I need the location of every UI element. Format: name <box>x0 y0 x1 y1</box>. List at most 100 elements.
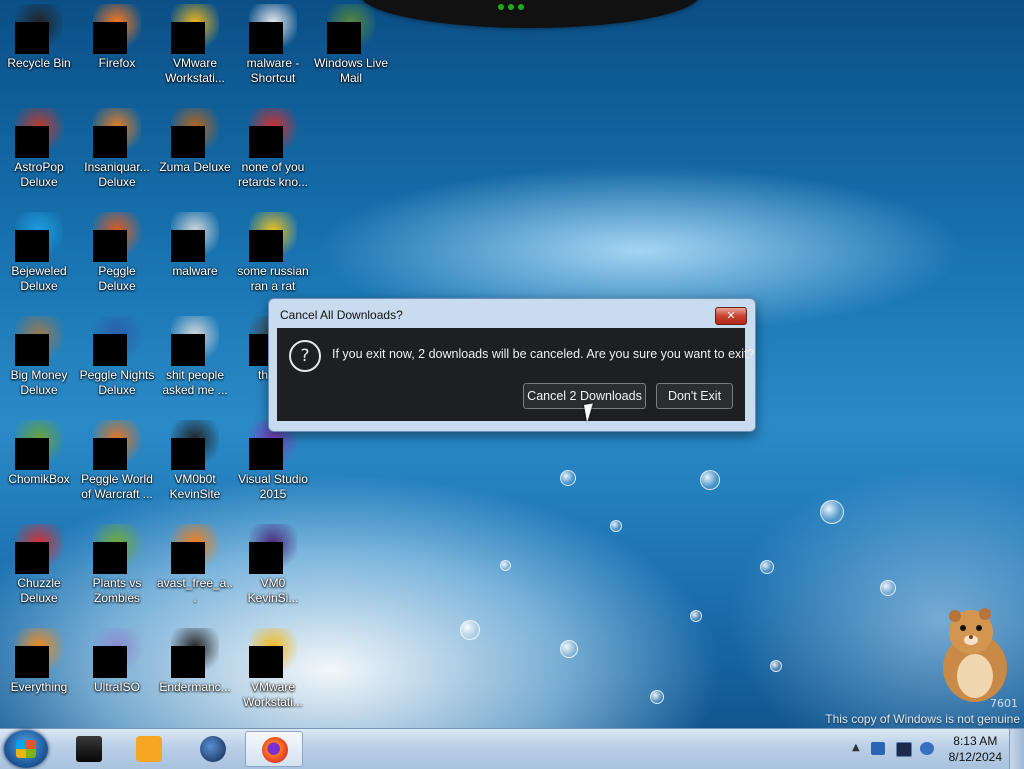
desktop-icon[interactable]: Peggle Nights Deluxe <box>78 316 156 398</box>
desktop-icon[interactable]: malware <box>156 212 234 279</box>
desktop-icon[interactable]: Bejeweled Deluxe <box>0 212 78 294</box>
peggle-icon <box>93 212 141 262</box>
desktop-icon-label: AstroPop Deluxe <box>14 160 64 189</box>
desktop-icon[interactable]: Insaniquar... Deluxe <box>78 108 156 190</box>
clock-date: 8/12/2024 <box>948 750 1002 764</box>
desktop-icon-label: VMware Workstati... <box>243 680 303 709</box>
desktop-icon-label: VM0 KevinSi... <box>247 576 299 605</box>
desktop-icon[interactable]: Windows Live Mail <box>312 4 390 86</box>
desktop-icon[interactable]: VM0 KevinSi... <box>234 524 312 606</box>
desktop-icon-label: Firefox <box>98 56 136 70</box>
clock[interactable]: 8:13 AM 8/12/2024 <box>949 733 1002 765</box>
desktop-icon[interactable]: ChomikBox <box>0 420 78 487</box>
desktop-icon-label: Insaniquar... Deluxe <box>84 160 150 189</box>
everything-icon <box>15 628 63 678</box>
desktop-icon[interactable]: malware - Shortcut <box>234 4 312 86</box>
peggle-wow-icon <box>93 420 141 470</box>
start-button[interactable] <box>4 730 48 768</box>
windows-logo-icon <box>16 740 36 758</box>
desktop-icon-label: Peggle Nights Deluxe <box>79 368 155 397</box>
desktop-icon-label: Endermanc... <box>159 680 231 694</box>
clock-time: 8:13 AM <box>953 734 998 748</box>
cancel-downloads-dialog: Cancel All Downloads? ✕ ? If you exit no… <box>268 298 756 432</box>
desktop-icon[interactable]: Peggle Deluxe <box>78 212 156 294</box>
desktop-icon[interactable]: Visual Studio 2015 <box>234 420 312 502</box>
tray-volume-icon[interactable] <box>920 742 934 755</box>
desktop-icon-label: UltraISO <box>93 680 140 694</box>
desktop-icon[interactable]: Chuzzle Deluxe <box>0 524 78 606</box>
media-player-icon <box>136 736 162 762</box>
show-desktop-button[interactable] <box>1009 729 1024 769</box>
sidebar-gadget <box>360 0 700 28</box>
ultraiso-icon <box>93 628 141 678</box>
monitor-icon <box>171 420 219 470</box>
black-box-app-icon <box>76 736 102 762</box>
firefox-icon <box>93 4 141 54</box>
desktop-icon-label: ChomikBox <box>8 472 70 486</box>
taskbar-app-globe[interactable] <box>184 731 242 767</box>
desktop-icon-label: Peggle World of Warcraft ... <box>81 472 153 501</box>
red-disc-icon <box>249 108 297 158</box>
desktop-icon[interactable]: Big Money Deluxe <box>0 316 78 398</box>
desktop-icon[interactable]: Peggle World of Warcraft ... <box>78 420 156 502</box>
desktop-icon-label: Plants vs Zombies <box>92 576 142 605</box>
desktop-icon[interactable]: shit people asked me ... <box>156 316 234 398</box>
desktop-icon[interactable]: Recycle Bin <box>0 4 78 71</box>
taskbar-app-media-player[interactable] <box>120 731 178 767</box>
desktop-icon-label: Recycle Bin <box>7 56 71 70</box>
desktop-icon[interactable]: avast_free_a... <box>156 524 234 606</box>
desktop-icon-label: avast_free_a... <box>156 576 234 605</box>
chomikbox-icon <box>15 420 63 470</box>
pvz-icon <box>93 524 141 574</box>
desktop-icon[interactable]: Endermanc... <box>156 628 234 695</box>
desktop-icon-label: Everything <box>10 680 68 694</box>
desktop-icon[interactable]: VM0b0t KevinSite <box>156 420 234 502</box>
folder-shortcut-icon <box>249 4 297 54</box>
desktop-icon[interactable]: Zuma Deluxe <box>156 108 234 175</box>
dont-exit-button[interactable]: Don't Exit <box>656 383 733 409</box>
folder-icon <box>171 212 219 262</box>
desktop-icon-label: Visual Studio 2015 <box>238 472 308 501</box>
show-hidden-icons-icon[interactable]: ▲ <box>852 742 860 753</box>
dialog-close-button[interactable]: ✕ <box>715 307 747 325</box>
desktop-icon[interactable]: VMware Workstati... <box>234 628 312 710</box>
desktop-icon[interactable]: none of you retards kno... <box>234 108 312 190</box>
windows-live-mail-icon <box>327 4 375 54</box>
desktop-icon-label: Bejeweled Deluxe <box>11 264 67 293</box>
desktop-icon[interactable]: Everything <box>0 628 78 695</box>
desktop-icon-label: VMware Workstati... <box>165 56 225 85</box>
hamster-icon <box>943 608 1007 702</box>
desktop-icon-label: malware <box>172 264 218 278</box>
terminal-icon <box>171 628 219 678</box>
bejeweled-icon <box>15 212 63 262</box>
vmware-icon <box>171 4 219 54</box>
taskbar-app-firefox[interactable] <box>245 731 303 767</box>
desktop-icon-label: Peggle Deluxe <box>98 264 136 293</box>
avast-icon <box>171 524 219 574</box>
desktop-icon[interactable]: some russian ran a rat <box>234 212 312 294</box>
dialog-message: If you exit now, 2 downloads will be can… <box>332 347 755 361</box>
recycle-bin-icon <box>15 4 63 54</box>
tray-network-icon[interactable] <box>871 742 885 755</box>
document-icon <box>249 212 297 262</box>
vmware-icon <box>249 628 297 678</box>
dialog-title: Cancel All Downloads? <box>280 308 403 322</box>
desktop-icon-label: Windows Live Mail <box>313 56 389 85</box>
taskbar-app-black-box[interactable] <box>60 731 118 767</box>
desktop-icon-label: Chuzzle Deluxe <box>17 576 61 605</box>
tray-monitor-icon[interactable] <box>896 742 912 757</box>
desktop-icon[interactable]: VMware Workstati... <box>156 4 234 86</box>
peggle-nights-icon <box>93 316 141 366</box>
desktop-icon-label: malware - Shortcut <box>246 56 300 85</box>
desktop-icon[interactable]: Plants vs Zombies <box>78 524 156 606</box>
zuma-icon <box>171 108 219 158</box>
desktop-icon[interactable]: AstroPop Deluxe <box>0 108 78 190</box>
desktop-icon[interactable]: UltraISO <box>78 628 156 695</box>
astropop-icon <box>15 108 63 158</box>
taskbar: ▲ 8:13 AM 8/12/2024 <box>0 728 1024 769</box>
big-money-icon <box>15 316 63 366</box>
desktop-icon-label: Zuma Deluxe <box>159 160 231 174</box>
desktop-icon[interactable]: Firefox <box>78 4 156 71</box>
folder-icon <box>171 316 219 366</box>
desktop-icon-label: VM0b0t KevinSite <box>169 472 221 501</box>
